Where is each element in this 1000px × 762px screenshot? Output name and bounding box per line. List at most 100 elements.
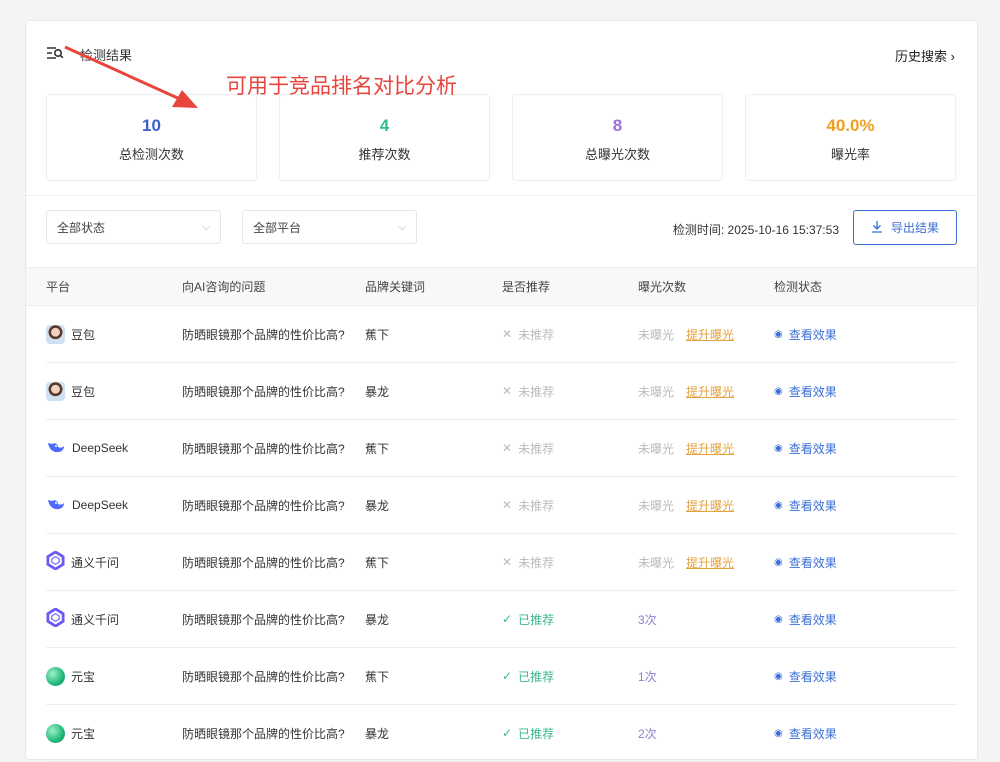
divider	[26, 195, 977, 196]
recommend-status: 已推荐	[518, 611, 554, 628]
platform-cell: 豆包	[46, 306, 95, 362]
table-row: 元宝 防晒眼镜那个品牌的性价比高? 暴龙 ✓已推荐 2次 ◉查看效果	[46, 705, 957, 762]
boost-exposure-link[interactable]: 提升曝光	[686, 383, 734, 400]
stat-card: 8 总曝光次数	[512, 94, 723, 181]
table-row: 豆包 防晒眼镜那个品牌的性价比高? 暴龙 ✕未推荐 未曝光提升曝光 ◉查看效果	[46, 363, 957, 420]
history-label: 历史搜索	[895, 49, 947, 64]
history-search-link[interactable]: 历史搜索 ›	[895, 46, 955, 65]
chevron-right-icon: ›	[951, 49, 955, 64]
recommend-status: 未推荐	[518, 383, 554, 400]
recommend-cell: ✓ 已推荐	[502, 648, 554, 704]
view-effect-label: 查看效果	[789, 611, 837, 628]
recommend-cell: ✓ 已推荐	[502, 591, 554, 647]
search-list-icon	[46, 46, 66, 63]
view-effect-link[interactable]: ◉ 查看效果	[774, 363, 837, 419]
view-effect-label: 查看效果	[789, 668, 837, 685]
x-icon: ✕	[502, 384, 512, 398]
exposure-count: 未曝光	[638, 554, 674, 571]
detect-time: 检测时间: 2025-10-16 15:37:53	[673, 221, 839, 238]
eye-icon: ◉	[774, 671, 783, 682]
platform-name: 通义千问	[71, 611, 119, 628]
eye-icon: ◉	[774, 728, 783, 739]
col-status: 检测状态	[774, 268, 822, 305]
view-effect-link[interactable]: ◉查看效果	[774, 420, 837, 476]
eye-icon: ◉	[774, 557, 783, 568]
view-effect-link[interactable]: ◉查看效果	[774, 534, 837, 590]
deepseek-whale-icon	[46, 496, 66, 515]
platform-cell: 元宝	[46, 705, 95, 761]
recommend-status: 已推荐	[518, 668, 554, 685]
view-effect-link[interactable]: ◉查看效果	[774, 477, 837, 533]
question-cell: 防晒眼镜那个品牌的性价比高?	[182, 648, 345, 704]
yuanbao-icon	[46, 667, 65, 686]
question-cell: 防晒眼镜那个品牌的性价比高?	[182, 705, 345, 761]
tongyi-icon	[46, 551, 65, 573]
deepseek-whale-icon	[46, 439, 66, 458]
question-cell: 防晒眼镜那个品牌的性价比高?	[182, 591, 345, 647]
boost-exposure-link[interactable]: 提升曝光	[686, 497, 734, 514]
exposure-count: 未曝光	[638, 440, 674, 457]
status-filter-select[interactable]: 全部状态⌵	[46, 210, 221, 244]
export-label: 导出结果	[891, 219, 939, 236]
panel-title: 检测结果	[80, 45, 132, 64]
eye-icon: ◉	[774, 386, 783, 397]
download-icon	[871, 220, 883, 236]
table-row: 通义千问 防晒眼镜那个品牌的性价比高? 暴龙 ✓已推荐 3次 ◉查看效果	[46, 591, 957, 648]
view-effect-link[interactable]: ◉ 查看效果	[774, 648, 837, 704]
status-filter-value: 全部状态	[57, 219, 105, 236]
exposure-count: 未曝光	[638, 326, 674, 343]
view-effect-link[interactable]: ◉ 查看效果	[774, 591, 837, 647]
platform-name: 豆包	[71, 326, 95, 343]
stat-label: 推荐次数	[280, 144, 489, 163]
x-icon: ✕	[502, 498, 512, 512]
col-recommended: 是否推荐	[502, 268, 550, 305]
exposure-count: 未曝光	[638, 497, 674, 514]
col-exposure: 曝光次数	[638, 268, 686, 305]
exposure-cell: 未曝光提升曝光	[638, 363, 734, 419]
exposure-count: 未曝光	[638, 383, 674, 400]
recommend-status: 未推荐	[518, 554, 554, 571]
chevron-down-icon: ⌵	[398, 222, 406, 233]
view-effect-link[interactable]: ◉查看效果	[774, 705, 837, 761]
col-question: 向AI咨询的问题	[182, 268, 265, 305]
boost-exposure-link[interactable]: 提升曝光	[686, 326, 734, 343]
check-icon: ✓	[502, 612, 512, 626]
platform-cell: 元宝	[46, 648, 95, 704]
exposure-cell: 未曝光提升曝光	[638, 420, 734, 476]
stat-value: 4	[280, 116, 489, 136]
stat-value: 10	[47, 116, 256, 136]
boost-exposure-link[interactable]: 提升曝光	[686, 440, 734, 457]
check-icon: ✓	[502, 669, 512, 683]
exposure-count: 1次	[638, 668, 657, 685]
eye-icon: ◉	[774, 443, 783, 454]
question-cell: 防晒眼镜那个品牌的性价比高?	[182, 477, 345, 533]
stat-value: 8	[513, 116, 722, 136]
recommend-status: 未推荐	[518, 440, 554, 457]
view-effect-label: 查看效果	[789, 326, 837, 343]
stat-card: 4 推荐次数	[279, 94, 490, 181]
boost-exposure-link[interactable]: 提升曝光	[686, 554, 734, 571]
eye-icon: ◉	[774, 329, 783, 340]
question-cell: 防晒眼镜那个品牌的性价比高?	[182, 534, 345, 590]
table-header: 平台 向AI咨询的问题 品牌关键词 是否推荐 曝光次数 检测状态	[26, 267, 977, 306]
x-icon: ✕	[502, 441, 512, 455]
view-effect-link[interactable]: ◉ 查看效果	[774, 306, 837, 362]
platform-cell: 豆包	[46, 363, 95, 419]
eye-icon: ◉	[774, 614, 783, 625]
exposure-cell: 未曝光提升曝光	[638, 477, 734, 533]
view-effect-label: 查看效果	[789, 383, 837, 400]
platform-name: DeepSeek	[72, 498, 128, 512]
table-row: 元宝 防晒眼镜那个品牌的性价比高? 蕉下 ✓已推荐 1次 ◉查看效果	[46, 648, 957, 705]
doubao-avatar-icon	[46, 325, 65, 344]
recommend-status: 未推荐	[518, 326, 554, 343]
doubao-avatar-icon	[46, 382, 65, 401]
stat-label: 总曝光次数	[513, 144, 722, 163]
platform-filter-select[interactable]: 全部平台 ⌵	[242, 210, 417, 244]
platform-filter-value: 全部平台	[253, 219, 301, 236]
exposure-cell: 3次	[638, 591, 657, 647]
table-row: DeepSeek 防晒眼镜那个品牌的性价比高? 暴龙 ✕未推荐 未曝光提升曝光 …	[46, 477, 957, 534]
export-results-button[interactable]: 导出结果	[853, 210, 957, 245]
platform-cell: 通义千问	[46, 534, 119, 590]
brand-cell: 蕉下	[365, 534, 389, 590]
exposure-cell: 1次	[638, 648, 657, 704]
